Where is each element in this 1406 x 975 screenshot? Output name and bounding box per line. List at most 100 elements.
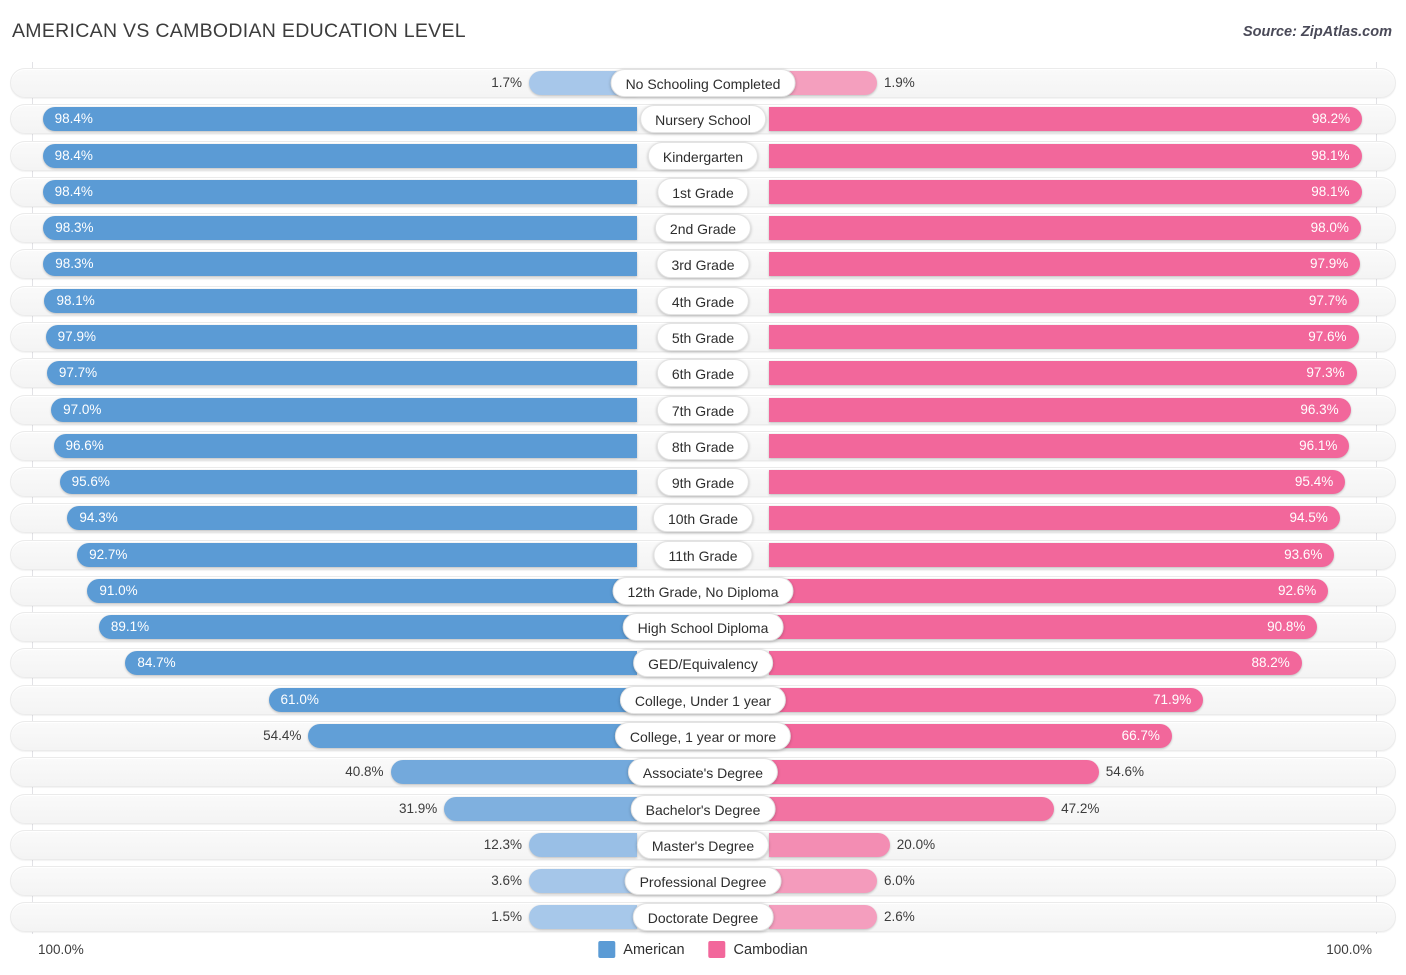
category-label[interactable]: College, Under 1 year [619,685,787,714]
category-label[interactable]: Associate's Degree [627,758,779,787]
category-label[interactable]: 7th Grade [656,395,750,424]
cambodian-bar [769,433,1350,458]
american-bar-group: 97.9% [45,324,637,349]
chart-legend: American Cambodian [598,941,808,958]
american-value-label: 89.1% [110,619,150,635]
chart-row: 97.0% 96.3% 7th Grade [10,394,1396,425]
axis-label-right: 100.0% [1326,942,1372,957]
american-bar-group: 12.3% [484,832,637,857]
chart-row: 3.6% 6.0% Professional Degree [10,866,1396,897]
category-label[interactable]: Professional Degree [624,867,782,896]
category-label[interactable]: 10th Grade [652,504,754,533]
cambodian-bar [769,216,1361,241]
cambodian-value-label: 95.4% [1294,474,1334,490]
cambodian-value-label: 92.6% [1278,582,1317,598]
category-label[interactable]: 6th Grade [656,359,750,388]
american-bar [529,869,637,894]
category-label[interactable]: 3rd Grade [656,250,750,279]
chart-row: 84.7% 88.2% GED/Equivalency [10,648,1396,679]
chart-row: 98.4% 98.2% Nursery School [10,104,1396,135]
chart-row: 54.4% 66.7% College, 1 year or more [10,721,1396,752]
cambodian-bar [769,361,1357,386]
category-label[interactable]: College, 1 year or more [614,722,792,751]
american-value-label: 97.0% [63,401,102,417]
chart-row: 98.1% 97.7% 4th Grade [10,285,1396,316]
cambodian-bar-group: 98.1% [769,143,1362,168]
american-bar [125,651,637,676]
cambodian-value-label: 94.5% [1289,510,1328,526]
category-label[interactable]: 4th Grade [656,286,750,315]
cambodian-bar-group: 97.9% [769,252,1361,277]
chart-row: 1.7% 1.9% No Schooling Completed [10,68,1396,98]
category-label[interactable]: 1st Grade [657,177,749,206]
american-bar [87,578,637,603]
cambodian-bar-group: 93.6% [769,542,1335,567]
cambodian-bar-group: 96.1% [769,433,1350,458]
category-label[interactable]: 9th Grade [656,468,750,497]
cambodian-bar-group: 98.2% [769,107,1363,132]
category-label[interactable]: 5th Grade [656,322,750,351]
american-bar [444,796,637,821]
category-label[interactable]: No Schooling Completed [610,69,796,97]
category-label[interactable]: Kindergarten [647,141,759,170]
legend-item[interactable]: American [598,941,685,958]
source-attribution: Source: ZipAtlas.com [1242,24,1392,40]
category-label[interactable]: GED/Equivalency [633,649,773,678]
american-bar-group: 54.4% [263,724,637,749]
american-value-label: 91.0% [99,582,138,598]
legend-swatch-icon [708,941,726,958]
cambodian-bar [769,143,1362,168]
american-bar [42,143,637,168]
category-label[interactable]: Master's Degree [636,830,770,859]
chart-row: 98.4% 98.1% 1st Grade [10,176,1396,207]
category-label[interactable]: Bachelor's Degree [630,794,776,823]
category-label[interactable]: 11th Grade [653,540,753,569]
cambodian-bar [769,252,1361,277]
cambodian-bar [769,578,1329,603]
american-bar-group: 92.7% [77,542,637,567]
american-bar-group: 40.8% [345,760,637,785]
category-label[interactable]: 12th Grade, No Diploma [612,576,794,605]
american-bar [59,470,637,495]
chart-row: 94.3% 94.5% 10th Grade [10,503,1396,534]
chart-footer: 100.0% 100.0% American Cambodian [0,934,1406,975]
american-bar [45,324,637,349]
chart-plot-area: 1.7% 1.9% No Schooling Completed 98.4% 98.2%… [0,62,1406,934]
american-bar [44,288,637,313]
american-value-label: 1.7% [491,75,522,90]
american-value-label: 97.9% [57,328,96,344]
american-bar [77,542,637,567]
american-value-label: 98.3% [55,256,94,272]
cambodian-bar-group: 96.3% [769,397,1351,422]
cambodian-value-label: 97.3% [1306,365,1345,381]
chart-row: 98.3% 97.9% 3rd Grade [10,249,1396,280]
american-value-label: 12.3% [483,836,522,852]
cambodian-bar [769,724,1172,749]
cambodian-bar [769,506,1340,531]
cambodian-value-label: 20.0% [896,836,936,852]
cambodian-value-label: 90.8% [1267,619,1306,635]
american-value-label: 97.7% [58,365,98,381]
category-label[interactable]: High School Diploma [622,613,784,642]
cambodian-bar [769,760,1099,785]
american-bar-group: 96.6% [53,433,637,458]
american-value-label: 92.7% [89,546,128,562]
american-bar [51,397,637,422]
cambodian-bar-group: 97.7% [769,288,1360,313]
american-bar-group: 98.1% [44,288,637,313]
legend-item[interactable]: Cambodian [708,941,808,958]
category-label[interactable]: Doctorate Degree [632,903,774,932]
category-label[interactable]: 2nd Grade [654,214,752,243]
category-label[interactable]: Nursery School [640,105,766,134]
american-bar-group: 98.3% [43,252,637,277]
cambodian-bar-group: 97.6% [769,324,1359,349]
category-label[interactable]: 8th Grade [656,431,750,460]
cambodian-value-label: 97.9% [1310,256,1349,272]
american-value-label: 98.4% [54,183,93,199]
legend-label: American [623,941,685,958]
american-bar-group: 84.7% [125,651,637,676]
american-value-label: 98.4% [54,111,93,127]
cambodian-bar-group: 66.7% [769,724,1172,749]
cambodian-bar-group: 92.6% [769,578,1329,603]
cambodian-bar-group: 2.6% [769,905,915,930]
